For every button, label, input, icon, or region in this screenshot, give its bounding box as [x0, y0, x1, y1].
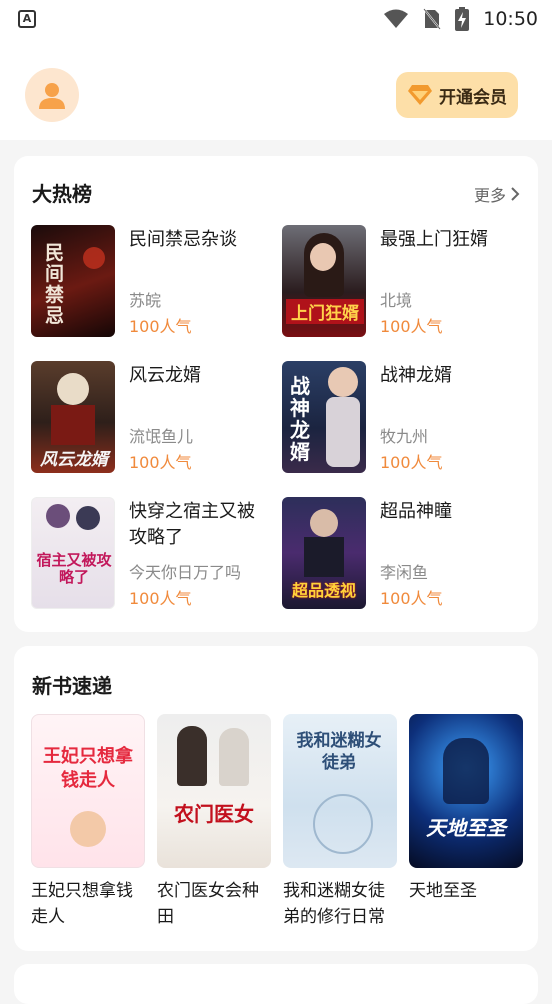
no-sim-icon [423, 8, 442, 30]
hot-list-section: 大热榜 更多 民间禁忌 民间禁忌杂谈 苏皖 100人气 上门狂婿 最强上门狂婿 … [14, 156, 538, 632]
hot-book-item[interactable]: 超品透视 超品神瞳 李闲鱼 100人气 [282, 497, 522, 609]
open-vip-button[interactable]: 开通会员 [396, 72, 518, 118]
top-header: 开通会员 [0, 38, 552, 140]
hot-book-item[interactable]: 民间禁忌 民间禁忌杂谈 苏皖 100人气 [31, 225, 271, 337]
vip-button-label: 开通会员 [439, 87, 507, 108]
book-author: 今天你日万了吗 [129, 563, 242, 582]
book-author: 流氓鱼儿 [129, 427, 194, 446]
book-popularity: 100人气 [380, 453, 443, 472]
book-title: 风云龙婿 [129, 365, 201, 386]
next-section [14, 964, 538, 1004]
book-cover: 我和迷糊女徒弟 [283, 714, 397, 868]
book-cover: 上门狂婿 [282, 225, 366, 337]
hot-book-item[interactable]: 宿主又被攻略了 快穿之宿主又被攻略了 今天你日万了吗 100人气 [31, 497, 271, 609]
more-button[interactable]: 更多 [474, 182, 520, 206]
new-book-item[interactable]: 我和迷糊女徒弟 我和迷糊女徒弟的修行日常 [283, 714, 397, 930]
book-author: 苏皖 [129, 291, 162, 310]
book-title: 最强上门狂婿 [380, 229, 488, 250]
user-avatar[interactable] [25, 68, 79, 122]
status-bar: A 10:50 [0, 0, 552, 38]
battery-charging-icon [455, 7, 470, 31]
book-cover: 宿主又被攻略了 [31, 497, 115, 609]
book-popularity: 100人气 [380, 589, 443, 608]
book-popularity: 100人气 [129, 589, 192, 608]
new-book-item[interactable]: 天地至圣 天地至圣 [409, 714, 523, 904]
book-author: 李闲鱼 [380, 563, 429, 582]
book-title: 王妃只想拿钱走人 [31, 881, 133, 927]
book-title: 农门医女会种田 [157, 881, 259, 927]
status-icons: 10:50 [383, 6, 538, 32]
hot-book-item[interactable]: 风云龙婿 风云龙婿 流氓鱼儿 100人气 [31, 361, 271, 473]
book-title: 快穿之宿主又被攻略了 [129, 501, 255, 548]
book-author: 北境 [380, 291, 413, 310]
hot-book-item[interactable]: 战神龙婿 战神龙婿 牧九州 100人气 [282, 361, 522, 473]
hot-list-title: 大热榜 [32, 182, 92, 206]
book-title: 超品神瞳 [380, 501, 452, 522]
book-cover: 风云龙婿 [31, 361, 115, 473]
book-cover: 战神龙婿 [282, 361, 366, 473]
book-cover: 民间禁忌 [31, 225, 115, 337]
book-cover: 王妃只想拿钱走人 [31, 714, 145, 868]
chevron-right-icon [511, 187, 520, 201]
book-cover: 天地至圣 [409, 714, 523, 868]
hot-book-item[interactable]: 上门狂婿 最强上门狂婿 北境 100人气 [282, 225, 522, 337]
user-icon [39, 83, 65, 109]
book-title: 我和迷糊女徒弟的修行日常 [283, 881, 385, 927]
book-title: 战神龙婿 [380, 365, 452, 386]
book-author: 牧九州 [380, 427, 429, 446]
new-books-section: 新书速递 王妃只想拿钱走人 王妃只想拿钱走人 农门医女 农门医女会种田 我和迷糊… [14, 646, 538, 951]
diamond-icon [408, 85, 432, 105]
book-popularity: 100人气 [129, 317, 192, 336]
book-popularity: 100人气 [380, 317, 443, 336]
new-books-title: 新书速递 [32, 674, 112, 698]
book-title: 民间禁忌杂谈 [129, 229, 237, 250]
wifi-icon [384, 9, 409, 28]
book-popularity: 100人气 [129, 453, 192, 472]
status-time: 10:50 [483, 8, 538, 30]
notification-icon: A [18, 10, 36, 28]
book-cover: 农门医女 [157, 714, 271, 868]
new-book-item[interactable]: 农门医女 农门医女会种田 [157, 714, 271, 930]
new-book-item[interactable]: 王妃只想拿钱走人 王妃只想拿钱走人 [31, 714, 145, 930]
book-title: 天地至圣 [409, 881, 477, 901]
book-cover: 超品透视 [282, 497, 366, 609]
more-label: 更多 [473, 186, 506, 205]
